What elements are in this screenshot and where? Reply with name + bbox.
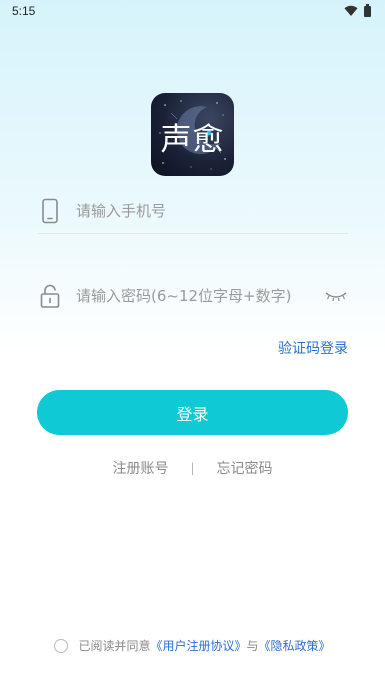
user-agreement-link[interactable]: 《用户注册协议》 bbox=[150, 637, 246, 654]
privacy-policy-link[interactable]: 《隐私政策》 bbox=[259, 637, 331, 654]
links-separator: | bbox=[190, 461, 195, 475]
forgot-password-link[interactable]: 忘记密码 bbox=[217, 458, 273, 478]
phone-field-row bbox=[38, 188, 348, 234]
agreement-prefix: 已阅读并同意 bbox=[78, 639, 151, 653]
login-button[interactable]: 登录 bbox=[37, 390, 348, 435]
account-links: 注册账号 | 忘记密码 bbox=[0, 458, 385, 478]
battery-icon bbox=[364, 3, 371, 17]
wifi-icon bbox=[344, 5, 358, 16]
status-time: 5:15 bbox=[12, 4, 36, 18]
code-login-link[interactable]: 验证码登录 bbox=[278, 338, 348, 358]
phone-input[interactable] bbox=[76, 201, 348, 220]
agreement-checkbox[interactable] bbox=[54, 638, 69, 653]
status-icons bbox=[344, 3, 371, 17]
phone-icon bbox=[42, 198, 58, 223]
agreement-conjunction: 与 bbox=[246, 639, 259, 653]
status-bar: 5:15 bbox=[0, 0, 385, 22]
password-input[interactable] bbox=[76, 287, 318, 305]
eye-closed-icon[interactable] bbox=[324, 289, 348, 303]
lock-icon bbox=[40, 284, 60, 308]
app-logo: 声愈 bbox=[151, 93, 234, 176]
logo-text: 声愈 bbox=[160, 122, 225, 158]
register-link[interactable]: 注册账号 bbox=[112, 458, 168, 478]
password-field-row bbox=[38, 273, 348, 319]
agreement-row: 已阅读并同意 《用户注册协议》 与 《隐私政策》 bbox=[0, 637, 385, 654]
